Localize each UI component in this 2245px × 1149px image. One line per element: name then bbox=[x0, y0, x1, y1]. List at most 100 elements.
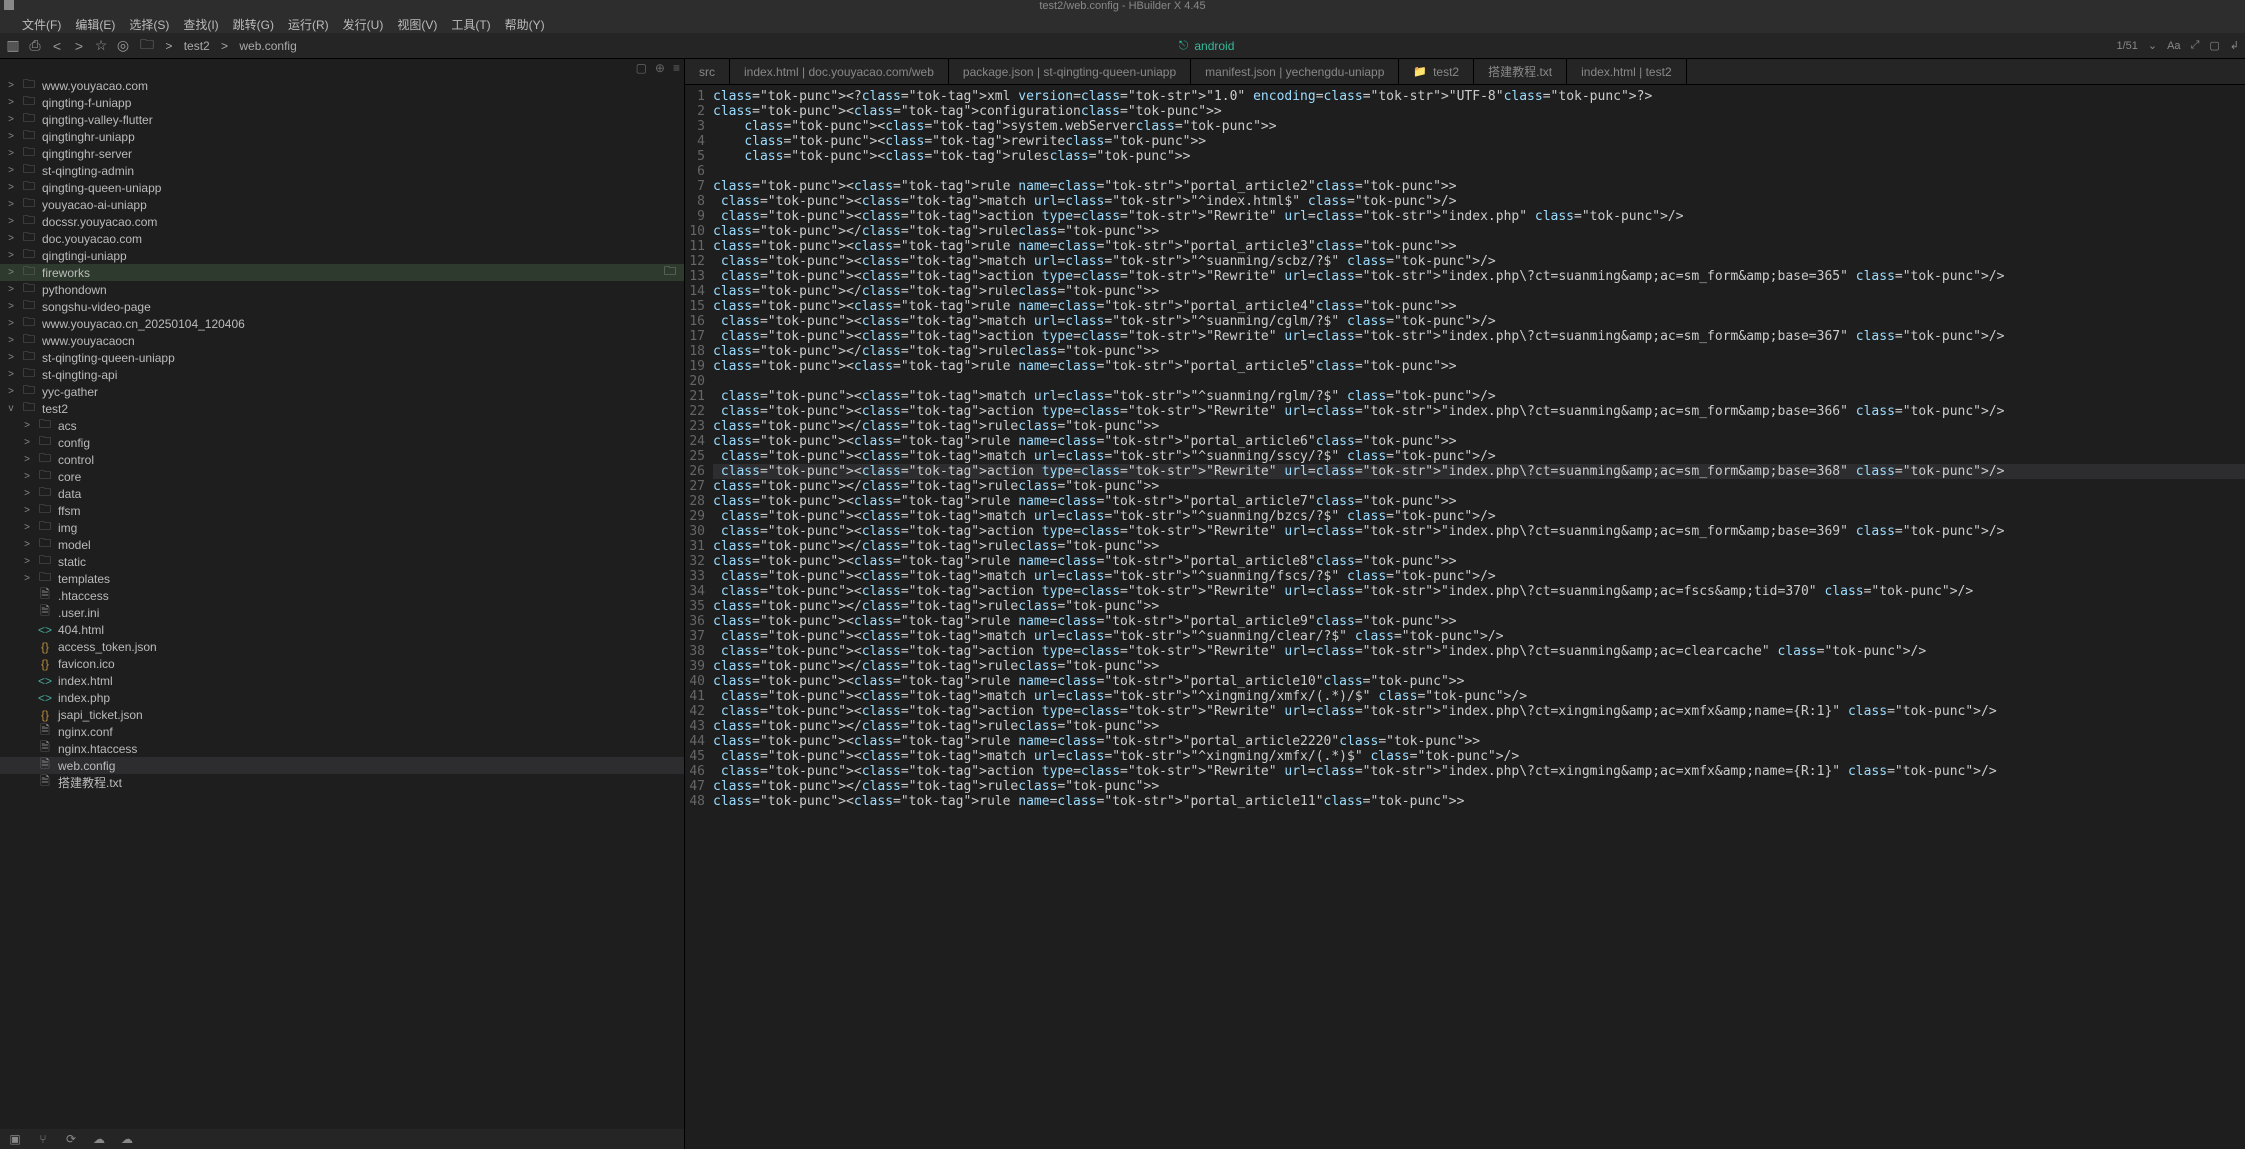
tree-row[interactable]: >🗀qingting-valley-flutter bbox=[0, 111, 684, 128]
tree-row[interactable]: >🗀doc.youyacao.com bbox=[0, 230, 684, 247]
expand-icon[interactable]: ⤢ bbox=[2191, 39, 2200, 52]
editor-tab[interactable]: src bbox=[685, 59, 730, 84]
font-size-icon[interactable]: Aa bbox=[2167, 40, 2180, 52]
code-line[interactable]: class="tok-punc"></class="tok-tag">rulec… bbox=[713, 719, 2245, 734]
sidebar-toggle-icon[interactable]: ▥ bbox=[6, 39, 20, 53]
tree-row[interactable]: >🗀yyc-gather bbox=[0, 383, 684, 400]
tree-row[interactable]: 🗎nginx.conf bbox=[0, 723, 684, 740]
code-line[interactable]: class="tok-punc"><class="tok-tag">rule n… bbox=[713, 434, 2245, 449]
tree-row[interactable]: {}access_token.json bbox=[0, 638, 684, 655]
target-icon[interactable]: ◎ bbox=[116, 39, 130, 53]
status-icon[interactable]: ☁ bbox=[92, 1132, 106, 1146]
tree-row[interactable]: {}jsapi_ticket.json bbox=[0, 706, 684, 723]
nav-forward-icon[interactable]: > bbox=[72, 39, 86, 53]
code-line[interactable]: class="tok-punc"></class="tok-tag">rulec… bbox=[713, 224, 2245, 239]
tree-row[interactable]: 🗎web.config bbox=[0, 757, 684, 774]
chevron-icon[interactable]: > bbox=[6, 335, 16, 346]
tree-row[interactable]: >🗀core bbox=[0, 468, 684, 485]
code-line[interactable]: class="tok-punc"><class="tok-tag">action… bbox=[713, 644, 2245, 659]
tree-row[interactable]: >🗀youyacao-ai-uniapp bbox=[0, 196, 684, 213]
chevron-icon[interactable]: > bbox=[6, 199, 16, 210]
code-line[interactable] bbox=[713, 374, 2245, 389]
tree-row[interactable]: 🗎nginx.htaccess bbox=[0, 740, 684, 757]
editor-tab[interactable]: index.html | test2 bbox=[1567, 59, 1687, 84]
code-line[interactable]: class="tok-punc"><class="tok-tag">rule n… bbox=[713, 299, 2245, 314]
tree-row[interactable]: >🗀st-qingting-admin bbox=[0, 162, 684, 179]
status-icon[interactable]: ☁ bbox=[120, 1132, 134, 1146]
file-tree[interactable]: >🗀www.youyacao.com>🗀qingting-f-uniapp>🗀q… bbox=[0, 77, 684, 1129]
chevron-icon[interactable]: > bbox=[22, 437, 32, 448]
tree-row[interactable]: >🗀fireworks🗀 bbox=[0, 264, 684, 281]
code-editor[interactable]: 1234567891011121314151617181920212223242… bbox=[685, 85, 2245, 1149]
chevron-icon[interactable]: > bbox=[22, 522, 32, 533]
tree-row[interactable]: >🗀control bbox=[0, 451, 684, 468]
tree-row[interactable]: 🗎搭建教程.txt bbox=[0, 774, 684, 791]
code-line[interactable]: class="tok-punc"></class="tok-tag">rulec… bbox=[713, 479, 2245, 494]
tree-row[interactable]: >🗀config bbox=[0, 434, 684, 451]
code-line[interactable]: class="tok-punc"><class="tok-tag">rule n… bbox=[713, 734, 2245, 749]
code-line[interactable]: class="tok-punc"><class="tok-tag">action… bbox=[713, 704, 2245, 719]
chevron-icon[interactable]: > bbox=[6, 165, 16, 176]
chevron-icon[interactable]: > bbox=[6, 267, 16, 278]
breadcrumb-seg-1[interactable]: web.config bbox=[239, 39, 296, 53]
code-line[interactable]: class="tok-punc"></class="tok-tag">rulec… bbox=[713, 344, 2245, 359]
chevron-icon[interactable]: > bbox=[22, 539, 32, 550]
tree-row[interactable]: >🗀ffsm bbox=[0, 502, 684, 519]
menu-item[interactable]: 查找(I) bbox=[183, 16, 218, 33]
code-line[interactable]: class="tok-punc"><class="tok-tag">match … bbox=[713, 749, 2245, 764]
tree-row[interactable]: >🗀www.youyacao.com bbox=[0, 77, 684, 94]
code-line[interactable]: class="tok-punc"></class="tok-tag">rulec… bbox=[713, 779, 2245, 794]
code-line[interactable]: class="tok-punc"><class="tok-tag">match … bbox=[713, 314, 2245, 329]
tree-row[interactable]: >🗀templates bbox=[0, 570, 684, 587]
editor-tab[interactable]: manifest.json | yechengdu-uniapp bbox=[1191, 59, 1399, 84]
chevron-icon[interactable]: > bbox=[6, 131, 16, 142]
chevron-icon[interactable]: > bbox=[22, 556, 32, 567]
preview-icon[interactable]: ▢ bbox=[2209, 39, 2219, 52]
code-line[interactable]: class="tok-punc"><class="tok-tag">rule n… bbox=[713, 494, 2245, 509]
chevron-icon[interactable]: > bbox=[6, 114, 16, 125]
menu-item[interactable]: 文件(F) bbox=[22, 16, 61, 33]
code-line[interactable]: class="tok-punc"><class="tok-tag">action… bbox=[713, 209, 2245, 224]
editor-tab[interactable]: index.html | doc.youyacao.com/web bbox=[730, 59, 949, 84]
chevron-icon[interactable]: > bbox=[22, 505, 32, 516]
code-line[interactable]: class="tok-punc"></class="tok-tag">rulec… bbox=[713, 284, 2245, 299]
code-line[interactable]: class="tok-punc"><class="tok-tag">match … bbox=[713, 254, 2245, 269]
tree-row[interactable]: >🗀static bbox=[0, 553, 684, 570]
code-line[interactable]: class="tok-punc"><class="tok-tag">action… bbox=[713, 464, 2245, 479]
tree-row[interactable]: >🗀songshu-video-page bbox=[0, 298, 684, 315]
device-selector[interactable]: ⎋ android bbox=[1179, 38, 1235, 53]
code-line[interactable]: class="tok-punc"><class="tok-tag">system… bbox=[713, 119, 2245, 134]
chevron-icon[interactable]: > bbox=[22, 573, 32, 584]
code-line[interactable]: class="tok-punc"><class="tok-tag">action… bbox=[713, 584, 2245, 599]
breadcrumb-seg-0[interactable]: test2 bbox=[184, 39, 210, 53]
chevron-icon[interactable]: > bbox=[6, 301, 16, 312]
chevron-icon[interactable]: > bbox=[22, 488, 32, 499]
menu-item[interactable]: 视图(V) bbox=[397, 16, 437, 33]
chevron-icon[interactable]: > bbox=[6, 369, 16, 380]
tree-row[interactable]: {}favicon.ico bbox=[0, 655, 684, 672]
tree-row[interactable]: >🗀st-qingting-queen-uniapp bbox=[0, 349, 684, 366]
tree-row[interactable]: >🗀www.youyacaocn bbox=[0, 332, 684, 349]
code-line[interactable]: class="tok-punc"><class="tok-tag">action… bbox=[713, 269, 2245, 284]
chevron-icon[interactable]: > bbox=[6, 80, 16, 91]
tree-row[interactable]: >🗀img bbox=[0, 519, 684, 536]
tree-row[interactable]: >🗀qingtinghr-server bbox=[0, 145, 684, 162]
code-line[interactable]: class="tok-punc"></class="tok-tag">rulec… bbox=[713, 539, 2245, 554]
sidebar-mini-icon[interactable]: ≡ bbox=[673, 61, 680, 75]
sidebar-mini-icon[interactable]: ⊕ bbox=[655, 61, 665, 75]
code-line[interactable]: class="tok-punc"><class="tok-tag">action… bbox=[713, 329, 2245, 344]
menu-item[interactable]: 编辑(E) bbox=[75, 16, 115, 33]
code-line[interactable]: class="tok-punc"><?class="tok-tag">xml v… bbox=[713, 89, 2245, 104]
chevron-icon[interactable]: > bbox=[6, 216, 16, 227]
code-line[interactable]: class="tok-punc"><class="tok-tag">config… bbox=[713, 104, 2245, 119]
code-line[interactable]: class="tok-punc"><class="tok-tag">action… bbox=[713, 764, 2245, 779]
status-icon[interactable]: ⑂ bbox=[36, 1132, 50, 1146]
chevron-icon[interactable]: > bbox=[6, 250, 16, 261]
tree-row[interactable]: 🗎.htaccess bbox=[0, 587, 684, 604]
code-line[interactable]: class="tok-punc"><class="tok-tag">match … bbox=[713, 194, 2245, 209]
editor-tab[interactable]: 📁test2 bbox=[1399, 59, 1474, 84]
code-line[interactable]: class="tok-punc"><class="tok-tag">rule n… bbox=[713, 614, 2245, 629]
status-icon[interactable]: ⟳ bbox=[64, 1132, 78, 1146]
sidebar-view-switch[interactable]: ▢⊕≡ bbox=[0, 59, 684, 77]
code-line[interactable]: class="tok-punc"><class="tok-tag">action… bbox=[713, 404, 2245, 419]
